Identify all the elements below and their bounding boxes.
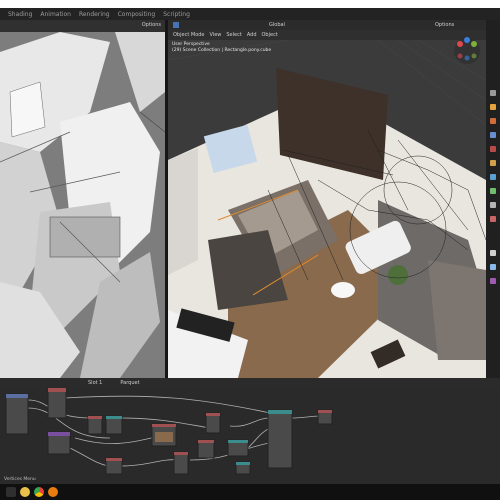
world-icon[interactable] [490, 264, 496, 270]
texture-icon[interactable] [490, 278, 496, 284]
tab-shading[interactable]: Shading [8, 11, 32, 18]
workspace-tabs-bar: Shading Animation Rendering Compositing … [0, 8, 500, 20]
chrome-icon[interactable] [34, 487, 44, 497]
modifier-icon[interactable] [490, 174, 496, 180]
os-taskbar [0, 484, 500, 500]
material-select[interactable]: Parquet [120, 380, 139, 386]
tab-rendering[interactable]: Rendering [79, 11, 110, 18]
left-viewport-render [0, 32, 165, 378]
node-principled-bsdf [267, 409, 293, 469]
tool-icon[interactable] [490, 90, 496, 96]
select-tool-icon[interactable] [173, 22, 179, 28]
node-image-texture-1 [5, 393, 29, 435]
tab-animation[interactable]: Animation [40, 11, 71, 18]
options-button[interactable]: Options [435, 22, 454, 28]
render-icon[interactable] [490, 104, 496, 110]
right-viewport-menu: Object Mode View Select Add Object [168, 30, 486, 40]
left-options-button[interactable]: Options [142, 22, 161, 28]
menu-view[interactable]: View [210, 32, 222, 38]
shader-node-editor[interactable] [0, 388, 500, 484]
node-graph [5, 388, 333, 475]
collection-info: (29) Scene Collection | Rectangle.pony.c… [172, 48, 272, 53]
tab-compositing[interactable]: Compositing [118, 11, 156, 18]
physics-icon[interactable] [490, 188, 496, 194]
menu-object[interactable]: Object [262, 32, 278, 38]
window-top-strip [0, 0, 500, 8]
start-menu-icon[interactable] [6, 487, 16, 497]
node-editor-header: Slot 1 Parquet [0, 378, 500, 388]
left-viewport-header [0, 20, 165, 32]
data-icon[interactable] [490, 250, 496, 256]
transform-orientation[interactable]: Global [269, 22, 285, 28]
right-3d-viewport[interactable] [168, 20, 486, 378]
mode-select[interactable]: Object Mode [173, 32, 205, 38]
node-material-output [317, 409, 333, 425]
tab-scripting[interactable]: Scripting [163, 11, 190, 18]
constraints-icon[interactable] [490, 202, 496, 208]
viewport-info: User Perspective (29) Scene Collection |… [172, 42, 271, 54]
scene-render [168, 40, 486, 378]
navigation-gizmo-icon[interactable] [452, 36, 482, 66]
menu-add[interactable]: Add [247, 32, 257, 38]
file-explorer-icon[interactable] [20, 487, 30, 497]
object-icon[interactable] [490, 160, 496, 166]
left-3d-viewport[interactable]: Options [0, 20, 165, 378]
status-text: Vertices Menu [4, 477, 36, 482]
view-layer-icon[interactable] [490, 132, 496, 138]
blender-icon[interactable] [48, 487, 58, 497]
output-icon[interactable] [490, 118, 496, 124]
right-viewport-header: Global Options [168, 20, 486, 30]
menu-select[interactable]: Select [226, 32, 241, 38]
scene-icon[interactable] [490, 146, 496, 152]
material-icon[interactable] [490, 216, 496, 222]
slot-select[interactable]: Slot 1 [88, 380, 102, 386]
properties-tabs [486, 20, 500, 378]
